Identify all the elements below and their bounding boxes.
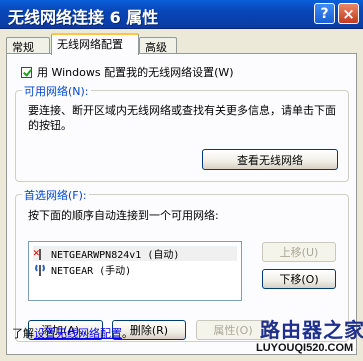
list-item[interactable]: NETGEAR (手动): [33, 262, 131, 277]
use-windows-config-row[interactable]: 用 Windows 配置我的无线网络设置(W): [21, 64, 234, 80]
learn-more-link[interactable]: 设置无线网络配置: [34, 327, 122, 340]
tab-panel: 用 Windows 配置我的无线网络设置(W) 可用网络(N): 要连接、断开区…: [6, 53, 357, 355]
use-windows-checkbox[interactable]: [21, 66, 32, 78]
wireless-antenna-icon: [33, 263, 47, 276]
view-wireless-networks-button[interactable]: 查看无线网络: [202, 149, 338, 170]
available-networks-description: 要连接、断开区域内无线网络或查找有关更多信息，请单击下面的按钮。: [28, 104, 336, 132]
tab-wireless-networks[interactable]: 无线网络配置: [51, 33, 139, 55]
list-item[interactable]: ✕ NETGEARWPN824v1 (自动): [33, 246, 237, 261]
preferred-networks-list[interactable]: ✕ NETGEARWPN824v1 (自动) NETGEAR (手动): [28, 241, 242, 301]
help-button[interactable]: ?: [314, 3, 335, 24]
network-label: NETGEARWPN824v1 (自动): [51, 250, 180, 261]
tab-general[interactable]: 常规: [6, 37, 50, 54]
available-networks-group: 可用网络(N): 要连接、断开区域内无线网络或查找有关更多信息，请单击下面的按钮…: [15, 83, 349, 182]
network-label: NETGEAR (手动): [51, 266, 132, 277]
preferred-networks-description: 按下面的顺序自动连接到一个可用网络:: [28, 209, 219, 222]
site-watermark: 路由器之家 LUYOUQI520.COM: [252, 312, 363, 361]
close-button[interactable]: ×: [338, 3, 359, 24]
available-networks-title: 可用网络(N):: [22, 83, 91, 99]
move-up-button[interactable]: 上移(U): [262, 242, 336, 262]
window-title: 无线网络连接 6 属性: [8, 8, 159, 27]
learn-more-text: 了解设置无线网络配置。: [12, 325, 133, 341]
learn-prefix: 了解: [12, 327, 34, 340]
move-down-button[interactable]: 下移(O): [262, 269, 336, 289]
watermark-english: LUYOUQI520.COM: [256, 342, 354, 354]
learn-suffix: 。: [122, 327, 133, 340]
title-bar: 无线网络连接 6 属性 ? ×: [0, 0, 363, 29]
preferred-networks-title: 首选网络(F):: [22, 187, 89, 203]
wireless-disconnected-icon: ✕: [33, 246, 41, 260]
use-windows-label: 用 Windows 配置我的无线网络设置(W): [37, 66, 234, 79]
tab-advanced[interactable]: 高级: [139, 37, 177, 54]
watermark-chinese: 路由器之家: [260, 318, 363, 342]
